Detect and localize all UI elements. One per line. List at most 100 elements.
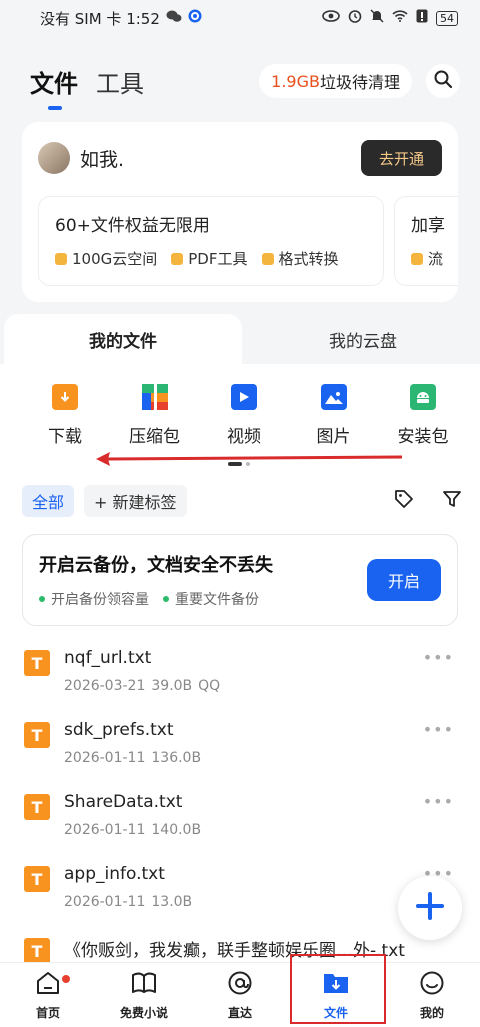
tab-my-files[interactable]: 我的文件 [4, 314, 242, 364]
file-row[interactable]: T 《你贩剑，我发癫，联手整顿娱乐圈…外-.txt [0, 934, 480, 962]
category-label: 图片 [316, 427, 351, 447]
category-video[interactable]: 视频 [209, 384, 279, 447]
tag-icon[interactable] [394, 489, 414, 513]
nav-label: 我的 [419, 1005, 444, 1020]
book-icon [131, 970, 157, 1000]
benefit-item: PDF工具 [171, 248, 248, 269]
category-label: 下载 [48, 427, 82, 447]
bottom-nav: 首页 免费小说 直达 文件 我的 [0, 962, 480, 1027]
status-left: 没有 SIM 卡 1:52 [40, 8, 202, 29]
battery-indicator: 54 [436, 10, 458, 26]
nav-direct[interactable]: 直达 [192, 963, 288, 1027]
username: 如我. [80, 148, 125, 171]
header: 文件 工具 1.9GB 垃圾待清理 [0, 56, 480, 110]
bullet-dot [39, 596, 45, 602]
category-image[interactable]: 图片 [299, 384, 369, 447]
nav-home[interactable]: 首页 [0, 963, 96, 1027]
category-download[interactable]: 下载 [30, 384, 100, 447]
alarm-icon [348, 9, 362, 27]
tab-tools[interactable]: 工具 [96, 64, 144, 99]
category-apk[interactable]: 安装包 [388, 384, 458, 447]
benefit-item: 流 [411, 248, 443, 269]
file-size: 39.0B [151, 678, 193, 694]
backup-sub: 重要文件备份 [163, 589, 259, 609]
file-size: 13.0B [151, 894, 193, 910]
benefit-label: 100G云空间 [72, 250, 158, 268]
file-size: 136.0B [151, 750, 202, 766]
cleanup-size: 1.9GB [271, 71, 320, 91]
page-dot-active [228, 462, 242, 466]
cleanup-label: 垃圾待清理 [319, 73, 400, 92]
file-name: sdk_prefs.txt [64, 720, 174, 740]
file-date: 2026-01-11 [64, 822, 146, 838]
search-icon [433, 69, 453, 93]
file-size: 140.0B [151, 822, 202, 838]
smile-icon [419, 970, 445, 1000]
more-icon[interactable]: ••• [423, 648, 454, 667]
backup-sub: 开启备份领容量 [39, 589, 149, 609]
page-dot [246, 462, 250, 466]
category-label: 压缩包 [129, 427, 180, 447]
file-content: 下载 压缩包 视频 图片 安装包 全部 + 新建标签 开启云备份，文档安全不丢失… [0, 364, 480, 962]
benefit-box-secondary[interactable]: 加享 流 [394, 196, 458, 286]
download-icon [52, 384, 78, 410]
txt-file-icon: T [24, 650, 50, 676]
filter-all[interactable]: 全部 [22, 485, 75, 517]
file-meta: 2026-03-21 39.0B QQ [64, 678, 220, 694]
filter-icon[interactable] [442, 489, 462, 513]
benefit2-title: 加享 [411, 216, 445, 236]
tab-my-cloud[interactable]: 我的云盘 [250, 314, 476, 364]
home-icon [35, 970, 61, 1000]
nav-label: 免费小说 [119, 1005, 168, 1020]
txt-file-icon: T [24, 722, 50, 748]
pdf-icon [171, 252, 184, 265]
nav-novels[interactable]: 免费小说 [96, 963, 192, 1027]
benefit-items: 100G云空间 PDF工具 格式转换 [55, 248, 367, 269]
wechat-icon [166, 9, 182, 27]
filter-row: 全部 + 新建标签 [22, 485, 462, 517]
nav-label: 首页 [35, 1005, 60, 1020]
alert-icon [416, 9, 428, 27]
add-button[interactable] [398, 876, 462, 940]
archive-icon [141, 384, 168, 410]
enable-backup-button[interactable]: 开启 [367, 559, 441, 601]
segment-tabs: 我的文件 我的云盘 [0, 314, 480, 364]
category-row: 下载 压缩包 视频 图片 安装包 [0, 384, 480, 447]
file-row[interactable]: T ShareData.txt 2026-01-11 140.0B ••• [0, 790, 480, 862]
more-icon[interactable]: ••• [423, 792, 454, 811]
bullet-dot [163, 596, 169, 602]
txt-file-icon: T [24, 938, 50, 962]
bolt-icon [411, 252, 423, 265]
filter-icons [394, 489, 462, 513]
app-notification-icon [188, 9, 202, 27]
more-icon[interactable]: ••• [423, 720, 454, 739]
txt-file-icon: T [24, 866, 50, 892]
file-row[interactable]: T sdk_prefs.txt 2026-01-11 136.0B ••• [0, 718, 480, 790]
file-source: QQ [198, 678, 221, 694]
file-date: 2026-03-21 [64, 678, 146, 694]
eye-icon [322, 10, 340, 26]
benefit-title: 60+文件权益无限用 [55, 216, 210, 236]
benefit-item: 100G云空间 [55, 248, 157, 269]
tab-files[interactable]: 文件 [30, 64, 78, 110]
benefit-item: 格式转换 [261, 248, 339, 269]
benefit-box[interactable]: 60+文件权益无限用 100G云空间 PDF工具 格式转换 [38, 196, 384, 286]
cleanup-button[interactable]: 1.9GB 垃圾待清理 [259, 64, 412, 98]
nav-me[interactable]: 我的 [384, 963, 480, 1027]
category-archive[interactable]: 压缩包 [120, 384, 190, 447]
status-bar: 没有 SIM 卡 1:52 54 [0, 0, 480, 36]
file-meta: 2026-01-11 136.0B [64, 750, 201, 766]
category-label: 安装包 [397, 427, 449, 447]
search-button[interactable] [426, 64, 460, 98]
new-tag-button[interactable]: + 新建标签 [84, 485, 187, 517]
wifi-icon [392, 10, 408, 26]
swipe-arrow [96, 452, 403, 466]
file-date: 2026-01-11 [64, 750, 146, 766]
benefit-label: 格式转换 [278, 250, 339, 268]
avatar[interactable] [38, 142, 70, 174]
file-row[interactable]: T nqf_url.txt 2026-03-21 39.0B QQ ••• [0, 646, 480, 718]
file-name: app_info.txt [64, 864, 165, 884]
status-right: 54 [322, 9, 458, 27]
open-vip-button[interactable]: 去开通 [360, 140, 442, 176]
category-label: 视频 [227, 427, 261, 447]
